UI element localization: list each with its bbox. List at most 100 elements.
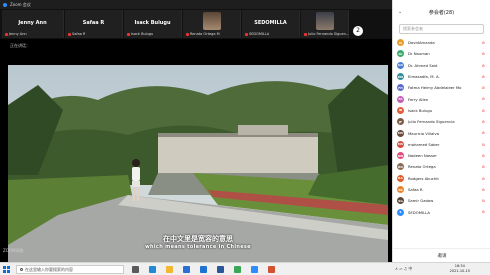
avatar: S [397, 208, 404, 216]
participant-row[interactable]: IB Isack Bulugu ⊘ [393, 105, 490, 116]
word-icon[interactable] [217, 266, 224, 273]
avatar: FA [397, 95, 404, 103]
participant-row[interactable]: FA Ferry Allen ⊘ [393, 93, 490, 104]
participant-name: Renato Ortega [408, 164, 436, 170]
video-tile[interactable]: Renato Ortega M [183, 10, 241, 38]
avatar: Dr [397, 50, 404, 58]
mic-muted-icon: ⊘ [481, 51, 485, 57]
windows-taskbar: 在这里输入你要搜索的内容 ∧ ▱ ♫ 中 16:34 2021-10-15 [0, 262, 490, 275]
system-tray-icons: ∧ ▱ ♫ 中 [395, 266, 413, 271]
store-icon[interactable] [183, 266, 190, 273]
tile-label: Safaa R [68, 32, 85, 36]
avatar: SR [397, 186, 404, 193]
chrome-icon[interactable] [234, 266, 241, 273]
participant-search-input[interactable]: 搜索参会者 [399, 24, 484, 34]
mic-muted-icon: ⊘ [481, 107, 485, 113]
participant-name: Rodgers Akuchit [408, 175, 439, 181]
panel-title: 参会者(28) [428, 9, 455, 16]
participant-video [315, 12, 334, 30]
avatar: MV [397, 129, 404, 137]
participant-video [202, 12, 221, 30]
tile-name: SEDOMILLA [254, 20, 287, 26]
app-icon[interactable] [268, 266, 275, 273]
participant-row[interactable]: RA Rodgers Akuchit ⊘ [393, 173, 490, 184]
mic-muted-icon: ⊘ [481, 152, 485, 158]
avatar: EM [397, 73, 404, 81]
mic-muted-icon: ⊘ [481, 198, 485, 204]
windows-start-icon[interactable] [3, 266, 10, 273]
zoom-icon[interactable] [251, 266, 258, 273]
participant-list: D DavidAmanda ⊘ Dr Dr Nauman ⊘ DA Dr. Ahmed Sai… [393, 37, 490, 218]
mic-muted-icon: ⊘ [481, 119, 485, 125]
mic-muted-icon: ⊘ [481, 164, 485, 170]
avatar: IB [397, 106, 404, 114]
participant-name: Mauricio Villalva [408, 130, 439, 136]
video-tile[interactable]: Julio Fernando Siguen... [301, 10, 349, 38]
participant-row[interactable]: D DavidAmanda ⊘ [393, 37, 490, 48]
video-tile[interactable]: Isack Bulugu Isack Bulugu [124, 10, 182, 38]
participant-row[interactable]: FH Fatma Helmy Abdelaleer Mo ⊘ [393, 82, 490, 93]
participant-row[interactable]: SR Safaa R. ⊘ [393, 184, 490, 195]
avatar: RO [397, 163, 404, 171]
subtitle-english: which means tolerance in Chinese [145, 244, 251, 250]
clock[interactable]: 16:34 2021-10-15 [450, 264, 470, 274]
participant-row[interactable]: EM Elmasadfa, M. A. ⊘ [393, 71, 490, 82]
tile-label: Jenny Ann [5, 32, 27, 36]
avatar: JF [397, 118, 404, 126]
mail-icon[interactable] [200, 266, 207, 273]
participant-row[interactable]: S SEDOMILLA ⊘ [393, 206, 490, 217]
mic-muted-icon [245, 32, 248, 36]
participant-name: DavidAmanda [408, 40, 435, 46]
mic-muted-icon: ⊘ [481, 62, 485, 68]
gallery-strip: Jenny Ann Jenny Ann Safaa R Safaa R Isac… [0, 9, 392, 39]
participant-row[interactable]: DA Dr. Ahmed Said ⊘ [393, 60, 490, 71]
participant-row[interactable]: NN Nadeen Nasser ⊘ [393, 150, 490, 161]
participant-name: Elmasadfa, M. A. [408, 74, 440, 80]
mic-muted-icon [127, 32, 130, 36]
avatar: FH [397, 84, 404, 92]
video-tile[interactable]: SEDOMILLA SEDOMILLA [242, 10, 300, 38]
participant-row[interactable]: MS mohamed Saber ⊘ [393, 139, 490, 150]
subtitle-chinese: 在中文里是宽容的意思 [163, 235, 233, 243]
mic-muted-icon: ⊘ [481, 209, 485, 215]
participants-panel: ⌄ 参会者(28) 搜索参会者 D DavidAmanda ⊘ Dr Dr Nauman… [392, 0, 490, 262]
mic-muted-icon: ⊘ [481, 130, 485, 136]
invite-button[interactable]: 邀请 [393, 248, 490, 262]
mic-muted-icon [68, 32, 71, 36]
title-bar: Zoom 会议 [0, 0, 392, 9]
window-title: Zoom 会议 [10, 1, 31, 7]
avatar: NN [397, 152, 404, 160]
mic-muted-icon [186, 32, 189, 36]
participant-name: Dr Nauman [408, 51, 430, 57]
mic-muted-icon: ⊘ [481, 73, 485, 79]
next-page-button[interactable]: 2 [353, 26, 363, 36]
edge-icon[interactable] [149, 266, 156, 273]
clock-date: 2021-10-15 [449, 269, 470, 273]
avatar: D [397, 39, 404, 47]
mic-muted-icon: ⊘ [481, 141, 485, 147]
participant-name: SEDOMILLA [408, 209, 431, 215]
participant-row[interactable]: Dr Dr Nauman ⊘ [393, 48, 490, 59]
participant-name: Ferry Allen [408, 96, 429, 102]
explorer-icon[interactable] [166, 266, 173, 273]
video-tile[interactable]: Safaa R Safaa R [65, 10, 123, 38]
avatar: SG [397, 197, 404, 205]
participant-name: Nadeen Nasser [408, 153, 437, 159]
participant-name: Dr. Ahmed Said [408, 62, 438, 68]
zoom-logo-icon [3, 2, 7, 7]
taskbar-search-input[interactable]: 在这里输入你要搜索的内容 [16, 265, 124, 274]
tile-label: SEDOMILLA [245, 32, 269, 36]
participant-name: Isack Bulugu [408, 107, 433, 113]
mic-muted-icon: ⊘ [481, 40, 485, 45]
panel-header: ⌄ 参会者(28) [393, 0, 490, 24]
participant-row[interactable]: MV Mauricio Villalva ⊘ [393, 127, 490, 138]
video-tile[interactable]: Jenny Ann Jenny Ann [2, 10, 64, 38]
participant-name: Julio Fernando Siguencia [408, 119, 455, 125]
participant-row[interactable]: RO Renato Ortega ⊘ [393, 161, 490, 172]
task-view-icon[interactable] [132, 266, 139, 273]
chevron-down-icon[interactable]: ⌄ [398, 9, 402, 15]
participant-row[interactable]: SG Samir Gadow ⊘ [393, 195, 490, 206]
participant-row[interactable]: JF Julio Fernando Siguencia ⊘ [393, 116, 490, 127]
tile-name: Safaa R [82, 20, 105, 26]
mic-muted-icon: ⊘ [481, 175, 485, 181]
